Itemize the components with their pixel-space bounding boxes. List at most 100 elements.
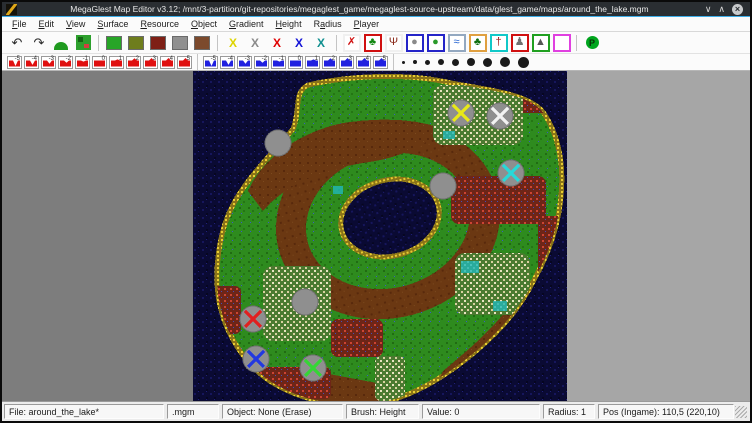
surface-road-icon [150,36,166,50]
resource-stone-button[interactable]: X [245,33,265,52]
left-panel [2,71,193,401]
height-brush-4[interactable]: 4 [160,56,175,69]
surface-texture-icon [76,35,91,50]
brush-value-label: 4 [366,56,369,62]
menu-edit[interactable]: Edit [33,18,61,30]
object-hanged-button[interactable]: † [490,34,508,52]
object-statue-button[interactable]: ♟ [511,34,529,52]
status-extension: .mgm [167,404,219,419]
resource-custom2-button[interactable]: X [289,33,309,52]
object-dead-tree-button[interactable]: Ψ [385,34,403,52]
radius-8-button[interactable] [500,57,510,67]
surface-grass-button[interactable] [104,33,124,52]
main-area [2,71,750,401]
object-tree-button[interactable]: ♣ [364,34,382,52]
right-panel [567,71,750,401]
radius-4-button[interactable] [438,59,444,65]
toolbar-separator [336,35,337,51]
height-brush--2[interactable]: -2 [58,56,73,69]
player-button[interactable]: P [582,33,602,52]
object-big-tree-button[interactable]: ♣ [469,34,487,52]
resource-custom1-button[interactable]: X [267,33,287,52]
object-stone-button[interactable]: ● [406,34,424,52]
menu-radius[interactable]: Radius [308,18,348,30]
object-invisible-button[interactable] [553,34,571,52]
status-value: Value: 0 [422,404,540,419]
radius-5-button[interactable] [452,59,459,66]
menu-view[interactable]: View [60,18,91,30]
brush-value-label: 4 [170,56,173,62]
menu-player[interactable]: Player [348,18,386,30]
radius-9-button[interactable] [518,57,529,68]
app-icon [6,4,17,15]
brush-value-label: -2 [66,56,71,62]
gradient-brush--1[interactable]: -1 [271,56,286,69]
gradient-brush-0[interactable]: 0 [288,56,303,69]
object-water-object-button[interactable]: ≈ [448,34,466,52]
redo-button[interactable]: ↷ [29,33,49,52]
maximize-button[interactable]: ∧ [718,4,725,15]
gradient-brush--2[interactable]: -2 [254,56,269,69]
menu-object[interactable]: Object [185,18,223,30]
gradient-brush--5[interactable]: -5 [203,56,218,69]
window-controls: ∨ ∧ × [705,4,743,15]
brush-value-label: -2 [262,56,267,62]
menu-surface[interactable]: Surface [91,18,134,30]
height-brush-1[interactable]: 1 [109,56,124,69]
main-toolbar: ↶↷XXXXX✗♣Ψ●●≈♣†♟▲P [2,32,750,54]
object-bush-button[interactable]: ● [427,34,445,52]
radius-1-button[interactable] [402,61,405,64]
brush-toolbar: -5-4-3-2-1012345-5-4-3-2-1012345 [2,54,750,71]
gradient-brush--3[interactable]: -3 [237,56,252,69]
undo-button[interactable]: ↶ [7,33,27,52]
gradient-brush--4[interactable]: -4 [220,56,235,69]
height-brush-3[interactable]: 3 [143,56,158,69]
height-brush--4[interactable]: -4 [24,56,39,69]
window-title: MegaGlest Map Editor v3.12; /mnt/3-parti… [21,4,698,14]
map-canvas[interactable] [193,71,567,401]
brush-value-label: 0 [102,56,105,62]
menu-resource[interactable]: Resource [134,18,185,30]
menu-file[interactable]: File [6,18,33,30]
radius-7-button[interactable] [483,58,492,67]
close-button[interactable]: × [732,4,743,15]
brush-value-label: -3 [49,56,54,62]
resize-grip-icon[interactable] [735,406,747,418]
minimize-button[interactable]: ∨ [705,4,712,15]
object-erase-button[interactable]: ✗ [343,34,361,52]
surface-mode-button[interactable] [73,33,93,52]
resource-gold-button[interactable]: X [223,33,243,52]
surface-secondary-grass-icon [128,36,144,50]
resource-custom3-button[interactable]: X [311,33,331,52]
gradient-brush-5[interactable]: 5 [373,56,388,69]
height-brush-0[interactable]: 0 [92,56,107,69]
radius-3-button[interactable] [425,60,430,65]
height-brush-2[interactable]: 2 [126,56,141,69]
height-mode-button[interactable] [51,33,71,52]
surface-road-button[interactable] [148,33,168,52]
height-brush-5[interactable]: 5 [177,56,192,69]
gradient-brush-4[interactable]: 4 [356,56,371,69]
menu-height[interactable]: Height [270,18,308,30]
height-brush--3[interactable]: -3 [41,56,56,69]
height-brush--1[interactable]: -1 [75,56,90,69]
app-window: MegaGlest Map Editor v3.12; /mnt/3-parti… [0,0,752,423]
erase-object-icon: ✗ [347,36,356,48]
gradient-brush-3[interactable]: 3 [339,56,354,69]
brush-value-label: -4 [32,56,37,62]
dead-tree-icon: Ψ [389,36,398,48]
object-mountain-button[interactable]: ▲ [532,34,550,52]
gradient-brush-1[interactable]: 1 [305,56,320,69]
menu-gradient[interactable]: Gradient [223,18,270,30]
surface-stone-button[interactable] [170,33,190,52]
map-rock-2 [292,289,318,315]
surface-ground-button[interactable] [192,33,212,52]
menu-bar: FileEditViewSurfaceResourceObjectGradien… [2,17,750,32]
radius-6-button[interactable] [467,58,475,66]
radius-2-button[interactable] [413,60,417,64]
undo-arrow-icon: ↶ [12,35,23,51]
height-brush--5[interactable]: -5 [7,56,22,69]
gradient-brush-2[interactable]: 2 [322,56,337,69]
surface-secondary-grass-button[interactable] [126,33,146,52]
brush-value-label: -5 [15,56,20,62]
